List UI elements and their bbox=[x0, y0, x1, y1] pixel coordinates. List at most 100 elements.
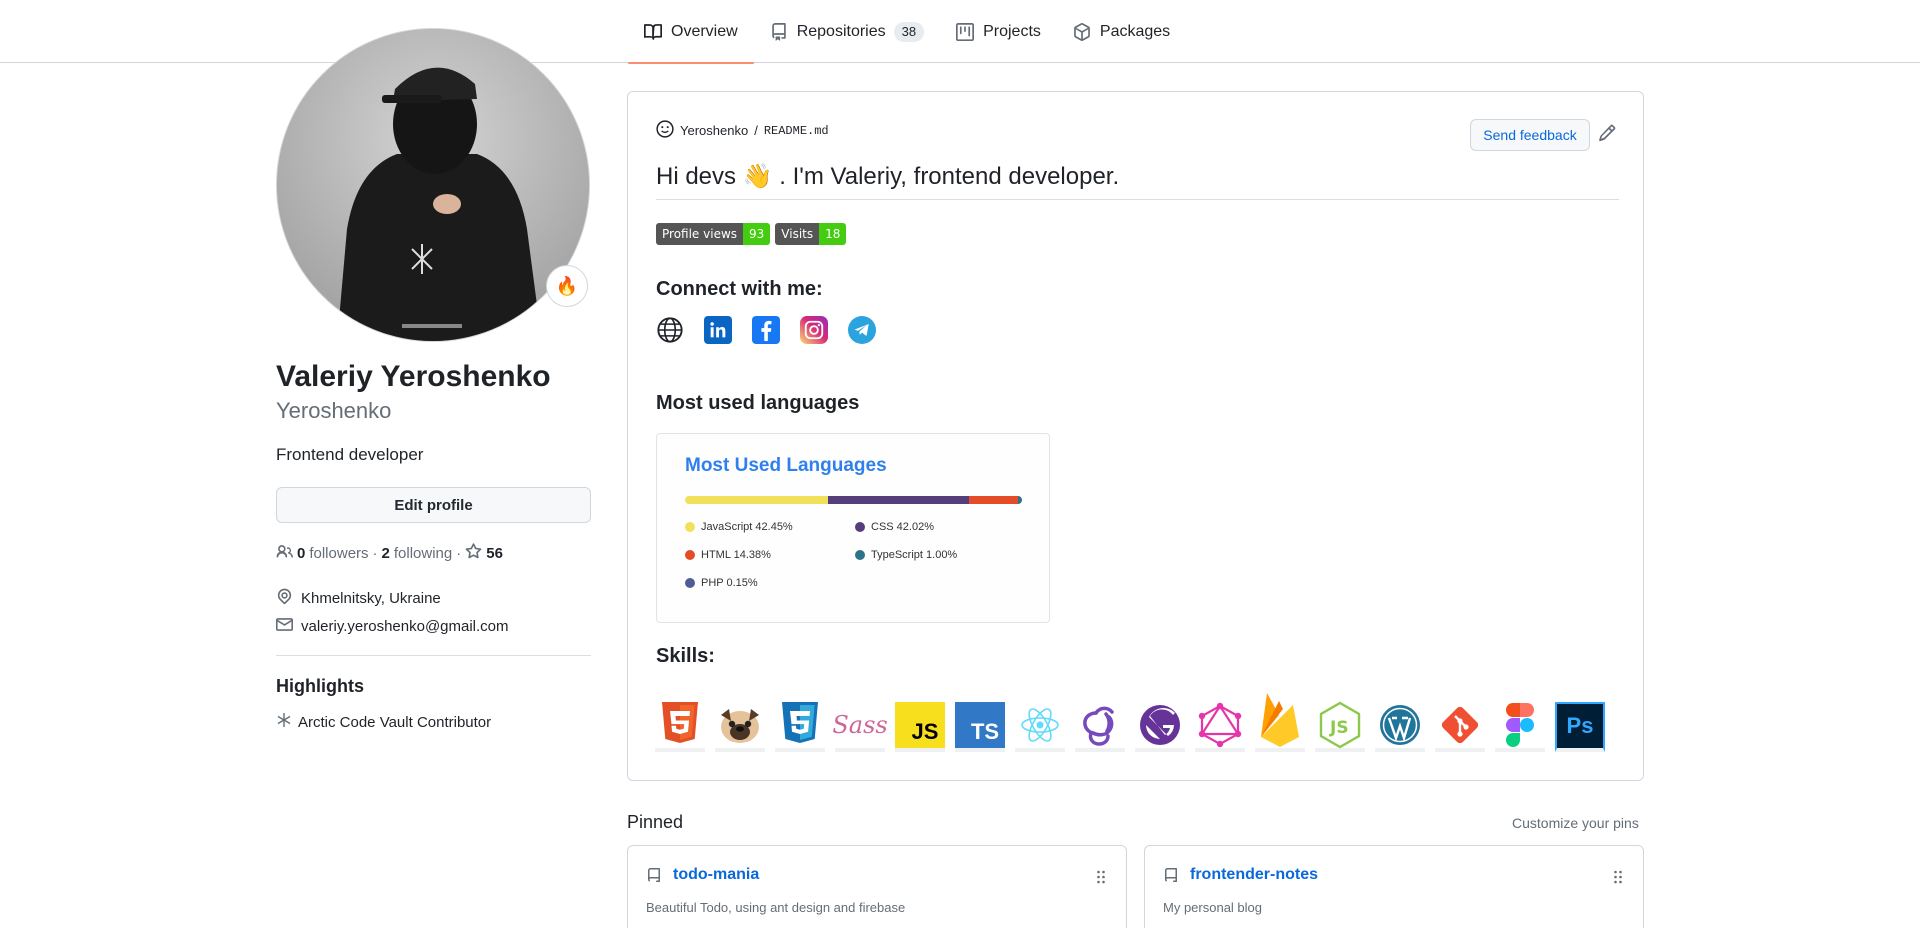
pencil-icon[interactable] bbox=[1598, 124, 1616, 142]
status-emoji: 🔥 bbox=[555, 275, 579, 296]
mail-icon bbox=[276, 616, 293, 637]
readme-card: Yeroshenko / README.md Send feedback Hi … bbox=[627, 91, 1644, 781]
languages-section-title: Most used languages bbox=[656, 392, 860, 414]
edit-profile-button[interactable]: Edit profile bbox=[276, 487, 591, 523]
following-link[interactable]: following bbox=[394, 545, 452, 562]
legend-label: PHP 0.15% bbox=[701, 577, 758, 589]
repositories-count: 38 bbox=[893, 21, 925, 42]
readme-file-link[interactable]: README.md bbox=[764, 124, 829, 138]
css3-icon[interactable] bbox=[775, 702, 825, 752]
connect-title: Connect with me: bbox=[656, 278, 823, 300]
graphql-icon[interactable] bbox=[1195, 702, 1245, 752]
location-text: Khmelnitsky, Ukraine bbox=[301, 590, 441, 607]
svg-text:JS: JS bbox=[1329, 718, 1349, 738]
legend-dot bbox=[685, 550, 695, 560]
legend-dot bbox=[685, 522, 695, 532]
legend-dot bbox=[855, 522, 865, 532]
location-row: Khmelnitsky, Ukraine bbox=[276, 588, 441, 609]
firebase-icon[interactable] bbox=[1255, 690, 1305, 752]
legend-dot bbox=[855, 550, 865, 560]
javascript-icon[interactable]: JS bbox=[895, 702, 945, 752]
badge-label: Profile views bbox=[656, 223, 744, 245]
nodejs-icon[interactable]: JS bbox=[1315, 701, 1365, 752]
repo-icon bbox=[1163, 868, 1179, 884]
followers-count[interactable]: 0 bbox=[297, 545, 305, 562]
git-icon[interactable] bbox=[1435, 702, 1485, 752]
profile-username: Yeroshenko bbox=[276, 398, 392, 423]
pinned-repo-link[interactable]: frontender-notes bbox=[1190, 866, 1318, 884]
readme-greeting: Hi devs 👋 . I'm Valeriy, frontend develo… bbox=[656, 162, 1619, 200]
readme-badges: Profile views 93 Visits 18 bbox=[656, 223, 847, 245]
following-count[interactable]: 2 bbox=[382, 545, 390, 562]
avatar-photo bbox=[277, 29, 589, 341]
profile-tabbar: Overview Repositories 38 Projects Packag… bbox=[0, 0, 1920, 64]
redux-icon[interactable] bbox=[1075, 702, 1125, 752]
gatsby-icon[interactable] bbox=[1135, 702, 1185, 752]
tab-repositories[interactable]: Repositories 38 bbox=[754, 0, 940, 63]
telegram-icon[interactable] bbox=[848, 316, 876, 344]
instagram-icon[interactable] bbox=[800, 316, 828, 344]
follow-stats: 0 followers · 2 following · 56 bbox=[276, 543, 503, 564]
tab-overview[interactable]: Overview bbox=[628, 0, 754, 64]
figma-icon[interactable] bbox=[1495, 702, 1545, 752]
tab-label: Overview bbox=[671, 22, 738, 40]
readme-owner-link[interactable]: Yeroshenko bbox=[680, 123, 748, 138]
stars-count[interactable]: 56 bbox=[486, 545, 503, 562]
project-icon bbox=[956, 22, 975, 41]
language-bar-segment bbox=[827, 496, 970, 504]
pinned-repo-card: frontender-notes My personal blog bbox=[1144, 845, 1644, 928]
email-link[interactable]: valeriy.yeroshenko@gmail.com bbox=[301, 618, 509, 635]
badge-label: Visits bbox=[775, 223, 820, 245]
dot-separator: · bbox=[456, 545, 462, 562]
profile-full-name: Valeriy Yeroshenko bbox=[276, 360, 551, 393]
pug-icon[interactable] bbox=[715, 702, 765, 752]
profile-views-badge[interactable]: Profile views 93 bbox=[656, 223, 771, 245]
html5-icon[interactable] bbox=[655, 702, 705, 752]
facebook-icon[interactable] bbox=[752, 316, 780, 344]
languages-chart[interactable]: Most Used Languages JavaScript 42.45% CSS… bbox=[656, 433, 1050, 623]
languages-bar bbox=[685, 496, 1022, 504]
avatar[interactable] bbox=[276, 28, 590, 342]
react-icon[interactable] bbox=[1015, 702, 1065, 752]
people-icon bbox=[276, 543, 293, 564]
tab-packages[interactable]: Packages bbox=[1057, 0, 1186, 63]
pinned-repo-link[interactable]: todo-mania bbox=[673, 866, 759, 884]
dot-separator: · bbox=[372, 545, 378, 562]
send-feedback-button[interactable]: Send feedback bbox=[1470, 119, 1590, 151]
profile-bio: Frontend developer bbox=[276, 445, 424, 464]
language-bar-segment bbox=[1021, 496, 1022, 504]
legend-label: TypeScript 1.00% bbox=[871, 549, 958, 561]
star-icon bbox=[465, 543, 482, 564]
badge-value: 93 bbox=[743, 223, 771, 245]
legend-item: CSS 42.02% bbox=[855, 521, 934, 533]
skills-title: Skills: bbox=[656, 645, 715, 667]
status-badge[interactable]: 🔥 bbox=[546, 265, 588, 307]
social-links bbox=[656, 316, 876, 344]
tab-label: Projects bbox=[983, 22, 1041, 40]
drag-handle-icon[interactable] bbox=[1613, 870, 1623, 884]
language-bar-segment bbox=[685, 496, 828, 504]
visits-badge[interactable]: Visits 18 bbox=[775, 223, 847, 245]
wordpress-icon[interactable] bbox=[1375, 702, 1425, 752]
tab-projects[interactable]: Projects bbox=[940, 0, 1057, 63]
greeting-text-rest: . I'm Valeriy, frontend developer. bbox=[779, 163, 1120, 190]
package-icon bbox=[1073, 22, 1091, 41]
book-icon bbox=[644, 23, 662, 41]
legend-label: JavaScript 42.45% bbox=[701, 521, 793, 533]
followers-link[interactable]: followers bbox=[309, 545, 368, 562]
customize-pins-link[interactable]: Customize your pins bbox=[1512, 815, 1639, 831]
linkedin-icon[interactable] bbox=[704, 316, 732, 344]
drag-handle-icon[interactable] bbox=[1096, 870, 1106, 884]
readme-header: Yeroshenko / README.md bbox=[656, 120, 829, 141]
legend-item: TypeScript 1.00% bbox=[855, 549, 957, 561]
pinned-repo-description: Beautiful Todo, using ant design and fir… bbox=[646, 900, 906, 915]
photoshop-icon[interactable]: Ps bbox=[1555, 702, 1605, 752]
sass-icon[interactable]: Sass bbox=[832, 702, 888, 752]
legend-dot bbox=[685, 578, 695, 588]
highlight-item[interactable]: Arctic Code Vault Contributor bbox=[276, 712, 491, 732]
chart-title: Most Used Languages bbox=[685, 455, 887, 476]
globe-icon[interactable] bbox=[656, 316, 684, 344]
typescript-icon[interactable]: TS bbox=[955, 702, 1005, 752]
legend-item: JavaScript 42.45% bbox=[685, 521, 793, 533]
path-separator: / bbox=[754, 123, 758, 138]
